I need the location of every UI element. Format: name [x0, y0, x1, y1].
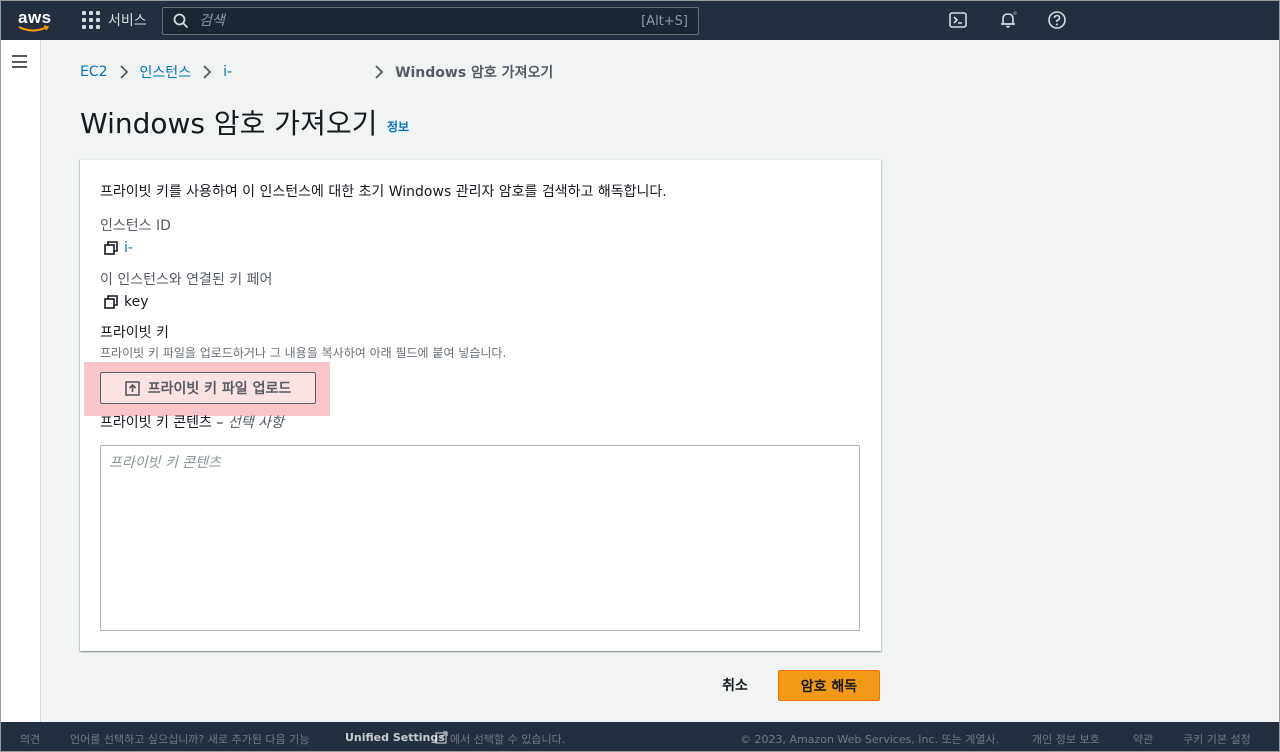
search-bar[interactable]: [Alt+S]	[162, 7, 699, 35]
language-suffix: 에서 선택할 수 있습니다.	[450, 733, 566, 746]
upload-icon	[124, 380, 140, 396]
breadcrumb: EC2 인스턴스 i- Windows 암호 가져오기	[80, 62, 553, 82]
top-navigation: aws 서비스 [Alt+S]	[0, 0, 1280, 40]
privacy-link[interactable]: 개인 정보 보호	[1032, 731, 1100, 747]
private-key-content-input[interactable]	[100, 445, 860, 631]
cancel-button[interactable]: 취소	[706, 670, 764, 700]
left-rail	[0, 40, 41, 722]
copy-icon[interactable]	[104, 241, 118, 255]
feedback-link[interactable]: 의견	[20, 731, 40, 747]
copyright: © 2023, Amazon Web Services, Inc. 또는 계열사…	[740, 733, 1000, 746]
bell-icon[interactable]	[998, 10, 1018, 30]
breadcrumb-current: Windows 암호 가져오기	[395, 65, 554, 81]
search-icon	[173, 13, 189, 29]
decrypt-password-button[interactable]: 암호 해독	[778, 670, 880, 701]
chevron-right-icon	[375, 65, 384, 79]
panel-description: 프라이빗 키를 사용하여 이 인스턴스에 대한 초기 Windows 관리자 암…	[100, 184, 667, 200]
cookie-preferences-link[interactable]: 쿠키 기본 설정	[1183, 731, 1251, 747]
optional-label: 선택 사항	[227, 415, 284, 431]
chevron-right-icon	[203, 65, 212, 79]
search-input[interactable]	[199, 13, 642, 29]
private-key-content-label: 프라이빗 키 콘텐츠 – 선택 사항	[100, 412, 284, 432]
content-label-text: 프라이빗 키 콘텐츠 –	[100, 415, 228, 431]
upload-button-label: 프라이빗 키 파일 업로드	[147, 381, 292, 397]
menu-icon[interactable]	[12, 55, 27, 68]
instance-id-label: 인스턴스 ID	[100, 218, 171, 234]
terms-link[interactable]: 약관	[1133, 731, 1153, 747]
breadcrumb-instances[interactable]: 인스턴스	[140, 62, 192, 82]
page-title: Windows 암호 가져오기	[80, 107, 378, 140]
copy-icon[interactable]	[104, 295, 118, 309]
chevron-right-icon	[119, 65, 128, 79]
private-key-hint: 프라이빗 키 파일을 업로드하거나 그 내용을 복사하여 아래 필드에 붙여 넣…	[100, 346, 507, 360]
breadcrumb-instance-id[interactable]: i-	[223, 64, 363, 80]
key-pair-row: key	[104, 294, 149, 310]
services-menu-button[interactable]: 서비스	[82, 9, 147, 31]
unified-settings-link[interactable]: Unified Settings	[345, 731, 445, 744]
services-label: 서비스	[108, 13, 147, 29]
instance-id-value[interactable]: i-	[124, 240, 133, 256]
breadcrumb-ec2[interactable]: EC2	[80, 64, 108, 80]
key-pair-label: 이 인스턴스와 연결된 키 페어	[100, 272, 273, 288]
external-link-icon	[435, 731, 448, 744]
upload-private-key-button[interactable]: 프라이빗 키 파일 업로드	[100, 372, 316, 404]
private-key-label: 프라이빗 키	[100, 325, 169, 341]
language-prompt: 언어를 선택하고 싶으십니까? 새로 추가된 다음 기능	[70, 733, 310, 746]
aws-logo[interactable]: aws	[16, 6, 52, 34]
key-pair-value: key	[124, 294, 149, 310]
help-icon[interactable]	[1047, 10, 1067, 30]
cloudshell-icon[interactable]	[948, 10, 968, 30]
search-shortcut: [Alt+S]	[641, 13, 688, 29]
grid-icon	[82, 11, 100, 29]
instance-id-row: i-	[104, 240, 133, 256]
info-link[interactable]: 정보	[387, 118, 409, 135]
footer: 의견 언어를 선택하고 싶으십니까? 새로 추가된 다음 기능 Unified …	[0, 722, 1280, 752]
aws-smile-icon	[18, 25, 50, 32]
get-password-panel: 프라이빗 키를 사용하여 이 인스턴스에 대한 초기 Windows 관리자 암…	[80, 159, 881, 651]
